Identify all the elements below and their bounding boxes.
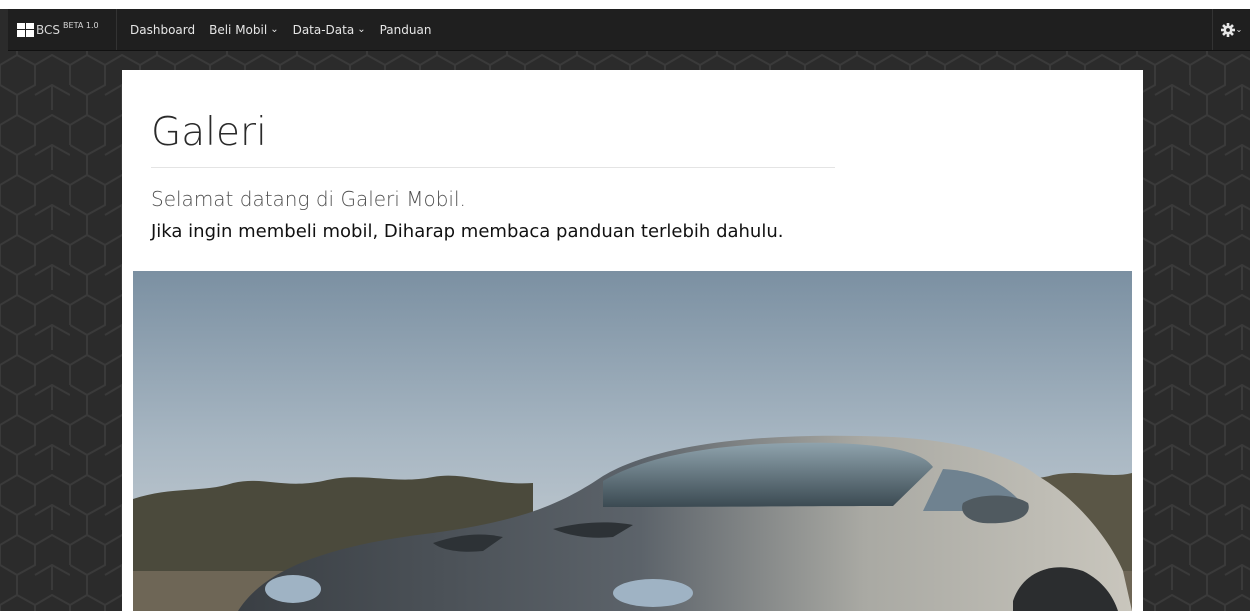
gear-icon — [1220, 22, 1235, 37]
nav-item-label: Beli Mobil — [209, 22, 268, 37]
nav-item-label: Data-Data — [292, 22, 355, 37]
title-divider — [151, 167, 835, 168]
brand[interactable]: BCS BETA 1.0 — [8, 9, 117, 50]
nav-item-data-data[interactable]: Data-Data ⌄ — [293, 23, 366, 37]
instruction-text: Jika ingin membeli mobil, Diharap membac… — [151, 221, 784, 242]
page-title: Galeri — [151, 110, 267, 155]
nav-item-beli-mobil[interactable]: Beli Mobil ⌄ — [209, 23, 278, 37]
nav-item-dashboard[interactable]: Dashboard — [130, 23, 195, 37]
main-content-card: Galeri Selamat datang di Galeri Mobil. J… — [122, 70, 1143, 611]
brand-version: BETA 1.0 — [63, 21, 99, 30]
nav-item-label: Dashboard — [130, 22, 196, 37]
welcome-text: Selamat datang di Galeri Mobil. — [151, 187, 466, 211]
settings-menu-button[interactable]: ⌄ — [1212, 9, 1250, 50]
nav-item-panduan[interactable]: Panduan — [380, 23, 432, 37]
car-photo-illustration — [133, 271, 1132, 611]
window-top-strip — [0, 0, 1250, 9]
nav-item-label: Panduan — [379, 22, 432, 37]
main-nav: Dashboard Beli Mobil ⌄ Data-Data ⌄ Pandu… — [130, 9, 445, 50]
top-navbar: BCS BETA 1.0 Dashboard Beli Mobil ⌄ Data… — [8, 9, 1250, 51]
hero-car-image — [133, 271, 1132, 611]
chevron-down-icon: ⌄ — [357, 24, 366, 35]
brand-name: BCS — [36, 22, 61, 37]
chevron-down-icon: ⌄ — [270, 24, 279, 35]
chevron-down-icon: ⌄ — [1235, 25, 1243, 34]
grid-logo-icon — [17, 22, 34, 37]
